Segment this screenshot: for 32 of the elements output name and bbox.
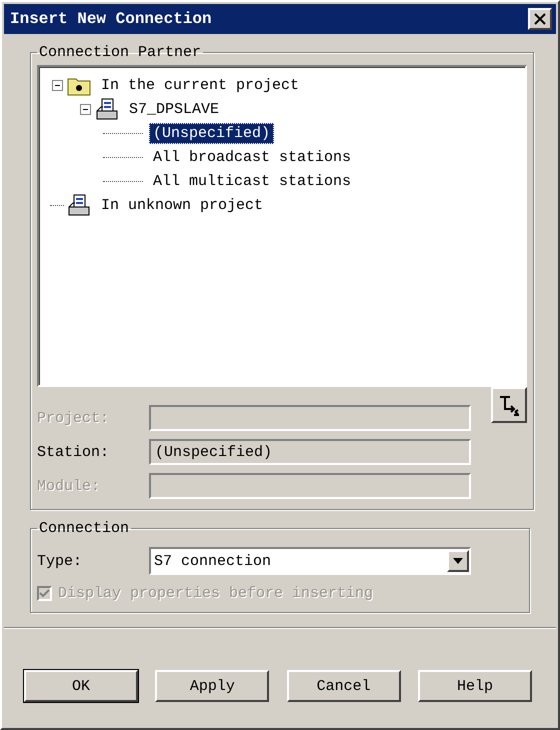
text-field[interactable]: (Unspecified) bbox=[149, 439, 471, 465]
tree-item[interactable]: (Unspecified) bbox=[149, 122, 274, 144]
tree-item[interactable]: All multicast stations bbox=[149, 170, 356, 192]
field-label: Type: bbox=[37, 552, 84, 570]
group-title: Connection Partner bbox=[38, 44, 202, 61]
field-value: (Unspecified) bbox=[155, 444, 272, 460]
computer-icon bbox=[95, 98, 119, 120]
select-button[interactable] bbox=[491, 387, 527, 423]
close-icon bbox=[534, 13, 546, 25]
text-field[interactable] bbox=[149, 405, 471, 431]
field-label: Project: bbox=[37, 410, 110, 426]
arrow-icon bbox=[498, 394, 520, 416]
window-title: Insert New Connection bbox=[10, 10, 212, 28]
dialog-button[interactable]: OK bbox=[24, 670, 138, 702]
dialog-button[interactable]: Apply bbox=[155, 670, 270, 702]
tree-item[interactable]: S7_DPSLAVE bbox=[125, 98, 224, 120]
field-label: Station: bbox=[37, 444, 110, 460]
tree-item[interactable]: All broadcast stations bbox=[149, 146, 356, 168]
field-label: Module: bbox=[37, 478, 102, 494]
tree-item[interactable]: In unknown project bbox=[97, 194, 268, 216]
collapse-icon[interactable] bbox=[80, 104, 90, 114]
checkbox-label: Display properties before inserting bbox=[58, 585, 374, 602]
type-dropdown[interactable]: S7 connection bbox=[149, 547, 471, 575]
group-title: Connection bbox=[38, 520, 130, 537]
text-field[interactable] bbox=[149, 473, 471, 499]
computer-icon bbox=[67, 194, 91, 216]
tree-item[interactable]: In the current project bbox=[97, 74, 304, 96]
dialog-button[interactable]: Help bbox=[418, 670, 532, 702]
close-button[interactable] bbox=[528, 8, 552, 30]
dialog-button[interactable]: Cancel bbox=[286, 670, 401, 702]
dropdown-arrow-icon bbox=[453, 558, 463, 564]
collapse-icon[interactable] bbox=[52, 80, 62, 90]
